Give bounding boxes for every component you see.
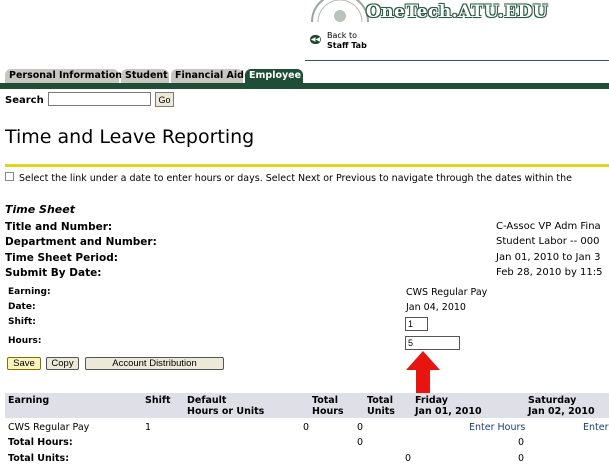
instruction-text: Select the link under a date to enter ho… — [19, 173, 572, 184]
period-label: Time Sheet Period: — [5, 252, 118, 264]
col-earning-header: Earning — [8, 395, 50, 406]
row-shift: 1 — [145, 422, 152, 433]
col-default-header-line2: Hours or Units — [187, 406, 265, 417]
info-icon — [5, 172, 14, 181]
friday-enter-hours-link[interactable]: Enter Hours — [469, 422, 525, 433]
total-hours-friday: 0 — [518, 437, 525, 448]
friday-date: Jan 01, 2010 — [415, 406, 482, 417]
submit-by-value: Feb 28, 2010 by 11:5 — [496, 267, 603, 278]
saturday-enter-hours-link[interactable]: Enter — [583, 422, 609, 433]
date-value: Jan 04, 2010 — [406, 302, 466, 313]
timesheet-heading: Time Sheet — [5, 203, 75, 216]
tab-employee[interactable]: Employee — [245, 69, 303, 83]
back-line2: Staff Tab — [327, 41, 367, 50]
friday-day-name: Friday — [415, 395, 448, 406]
col-total-units-header: Total Units — [367, 395, 395, 417]
total-units-label: Total Units: — [8, 453, 69, 464]
submit-by-label: Submit By Date: — [5, 267, 102, 279]
row-total-hours: 0 — [357, 422, 364, 433]
col-saturday-header: Saturday Jan 02, 2010 — [528, 395, 595, 417]
period-value: Jan 01, 2010 to Jan 3 — [496, 252, 601, 263]
earning-label: Earning: — [8, 287, 51, 297]
total-hours-label: Total Hours: — [8, 437, 73, 448]
total-units-friday: 0 — [518, 453, 525, 464]
department-value: Student Labor -- 000 — [496, 236, 600, 247]
save-button[interactable]: Save — [7, 357, 41, 370]
university-seal-logo — [311, 0, 369, 22]
search-input[interactable] — [48, 92, 151, 106]
title-number-label: Title and Number: — [5, 221, 113, 233]
saturday-date: Jan 02, 2010 — [528, 406, 595, 417]
shift-label: Shift: — [8, 317, 36, 327]
tab-financial-aid[interactable]: Financial Aid — [171, 69, 244, 83]
total-hours-value: 0 — [357, 437, 364, 448]
site-title[interactable]: OneTech.ATU.EDU — [366, 2, 548, 22]
col-total-units-header-line1: Total — [367, 395, 393, 406]
hours-label: Hours: — [8, 336, 42, 346]
tab-student[interactable]: Student — [121, 69, 169, 83]
page-title: Time and Leave Reporting — [5, 126, 255, 148]
red-arrow-annotation-icon — [406, 351, 440, 393]
col-shift-header: Shift — [145, 395, 171, 406]
search-label: Search — [5, 95, 44, 106]
col-default-header-line1: Default — [187, 395, 227, 406]
total-units-value: 0 — [405, 453, 412, 464]
back-arrow-icon[interactable]: ◀◀ — [310, 35, 321, 44]
title-divider — [5, 164, 609, 167]
col-total-hours-header: Total Hours — [312, 395, 344, 417]
col-friday-header: Friday Jan 01, 2010 — [415, 395, 482, 417]
department-label: Department and Number: — [5, 236, 157, 248]
hours-input[interactable] — [405, 336, 460, 350]
back-line1: Back to — [327, 31, 357, 40]
timesheet-table-header — [5, 393, 609, 418]
tab-personal-information[interactable]: Personal Information — [5, 69, 122, 83]
date-label: Date: — [8, 302, 36, 312]
col-total-hours-header-line2: Hours — [312, 406, 344, 417]
tab-strip-line — [0, 83, 609, 89]
title-number-value: C-Assoc VP Adm Fina — [496, 221, 601, 232]
saturday-day-name: Saturday — [528, 395, 577, 406]
col-default-header: Default Hours or Units — [187, 395, 264, 417]
col-total-units-header-line2: Units — [367, 406, 395, 417]
col-total-hours-header-line1: Total — [312, 395, 338, 406]
shift-input[interactable] — [405, 317, 428, 331]
row-default: 0 — [303, 422, 310, 433]
go-button[interactable]: Go — [155, 92, 174, 107]
account-distribution-button[interactable]: Account Distribution — [85, 357, 224, 370]
back-to-staff-tab-link[interactable]: Back to Staff Tab — [327, 31, 367, 51]
row-earning: CWS Regular Pay — [8, 422, 90, 433]
earning-value: CWS Regular Pay — [406, 287, 488, 298]
copy-button[interactable]: Copy — [46, 357, 79, 370]
